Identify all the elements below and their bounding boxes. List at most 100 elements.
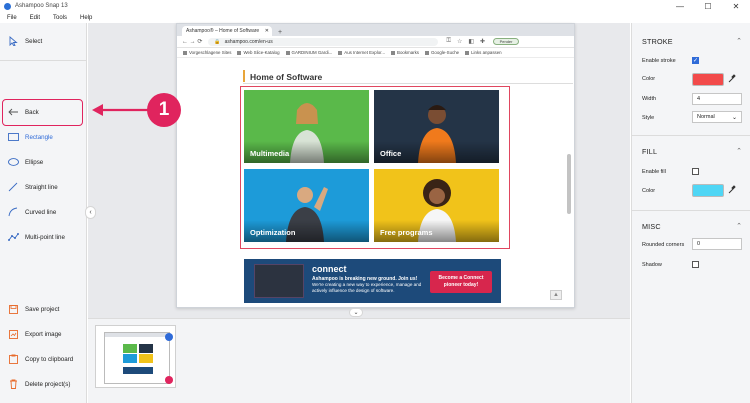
straight-line-icon xyxy=(7,182,19,192)
tool-ellipse-label: Ellipse xyxy=(25,158,44,166)
rounded-corners-label: Rounded corners xyxy=(642,242,685,248)
banner-cta-button[interactable]: Become a Connect pioneer today! xyxy=(430,271,492,293)
tab-close-icon[interactable]: ✕ xyxy=(265,28,269,34)
collapse-panel-button[interactable]: ‹ xyxy=(85,206,96,219)
bookmarks-bar: Vorgeschlagene Sites Web Slice-Katalog G… xyxy=(177,48,574,58)
menu-tools[interactable]: Tools xyxy=(53,15,67,21)
clipboard-icon xyxy=(7,354,19,364)
copy-to-clipboard-button[interactable]: Copy to clipboard xyxy=(0,352,87,366)
tools-panel: Select Back Rectangle Ellipse Straight l… xyxy=(0,23,87,403)
browser-profile-button[interactable]: Pender xyxy=(493,38,520,45)
stroke-style-value: Normal xyxy=(697,114,715,120)
banner-text: Ashampoo is breaking new ground. Join us… xyxy=(312,276,422,294)
shadow-label: Shadow xyxy=(642,262,662,268)
annotation-rectangle[interactable] xyxy=(240,86,510,249)
bookmark-item[interactable]: Links anpassen xyxy=(465,50,502,55)
browser-tab-title: Ashampoo® – Home of Software xyxy=(186,28,260,34)
browser-nav-icons[interactable]: ← → ⟳ xyxy=(182,38,202,45)
project-thumbnail[interactable] xyxy=(95,325,176,388)
tool-straight-line[interactable]: Straight line xyxy=(0,180,87,194)
bookmark-item[interactable]: Web Slice-Katalog xyxy=(237,50,280,55)
delete-projects-button[interactable]: Delete project(s) xyxy=(0,377,87,391)
delete-projects-label: Delete project(s) xyxy=(25,380,71,388)
browser-url: ashampoo.com/en-us xyxy=(224,38,273,45)
connect-banner[interactable]: connect Ashampoo is breaking new ground.… xyxy=(244,259,501,303)
section-divider xyxy=(632,135,750,136)
step-number-badge: 1 xyxy=(147,93,181,127)
project-filmstrip xyxy=(88,318,630,403)
tool-curved-line[interactable]: Curved line xyxy=(0,205,87,219)
curved-line-icon xyxy=(7,207,19,217)
captured-screenshot[interactable]: Ashampoo® – Home of Software ✕ + ← → ⟳ 🔒… xyxy=(176,23,575,308)
trash-icon xyxy=(7,379,19,389)
stroke-width-input[interactable]: 4 xyxy=(692,93,742,105)
stroke-style-select[interactable]: Normal ⌄ xyxy=(692,111,742,123)
enable-stroke-checkbox[interactable]: ✓ xyxy=(692,57,699,64)
menu-bar: File Edit Tools Help xyxy=(0,12,750,23)
tool-select-label: Select xyxy=(25,37,43,45)
tool-select[interactable]: Select xyxy=(0,34,87,48)
save-project-button[interactable]: Save project xyxy=(0,302,87,316)
lock-icon: 🔒 xyxy=(214,38,221,45)
browser-tab[interactable]: Ashampoo® – Home of Software ✕ xyxy=(182,26,272,36)
shadow-checkbox[interactable] xyxy=(692,261,699,268)
bookmark-item[interactable]: Vorgeschlagene Sites xyxy=(183,50,231,55)
new-tab-icon[interactable]: + xyxy=(278,29,282,36)
scroll-top-icon[interactable]: ▲ xyxy=(550,290,562,300)
chevron-up-icon[interactable]: ⌃ xyxy=(736,222,742,230)
width-label: Width xyxy=(642,96,657,102)
tool-rectangle-label: Rectangle xyxy=(25,133,53,141)
page-heading: Home of Software xyxy=(250,72,323,82)
connect-logo: connect xyxy=(312,264,347,274)
tool-rectangle[interactable]: Rectangle xyxy=(0,130,87,144)
menu-file[interactable]: File xyxy=(7,15,17,21)
stroke-section-title: STROKE xyxy=(642,37,673,46)
menu-help[interactable]: Help xyxy=(80,15,92,21)
maximize-button[interactable]: ☐ xyxy=(694,0,722,12)
eyedropper-icon[interactable] xyxy=(728,74,736,85)
enable-fill-checkbox[interactable] xyxy=(692,168,699,175)
rounded-corners-input[interactable]: 0 xyxy=(692,238,742,250)
browser-address-bar[interactable]: 🔒 ashampoo.com/en-us xyxy=(208,37,439,46)
expand-filmstrip-button[interactable]: ⌄ xyxy=(349,308,363,317)
thumbnail-badge-icon xyxy=(165,333,173,341)
menu-edit[interactable]: Edit xyxy=(30,15,40,21)
tool-straight-line-label: Straight line xyxy=(25,183,58,191)
browser-tab-strip: Ashampoo® – Home of Software ✕ + xyxy=(177,24,574,36)
tool-ellipse[interactable]: Ellipse xyxy=(0,155,87,169)
chevron-down-icon: ⌄ xyxy=(731,114,737,121)
chevron-up-icon[interactable]: ⌃ xyxy=(736,147,742,155)
export-image-button[interactable]: Export image xyxy=(0,327,87,341)
thumbnail-preview xyxy=(104,332,170,384)
app-logo-icon xyxy=(4,2,11,10)
heading-divider xyxy=(243,83,573,84)
eyedropper-icon[interactable] xyxy=(728,185,736,196)
save-project-label: Save project xyxy=(25,305,60,313)
back-highlight-rectangle xyxy=(2,99,83,126)
window-title: Ashampoo Snap 13 xyxy=(15,3,68,9)
close-button[interactable]: ✕ xyxy=(722,0,750,12)
tool-multi-point-line[interactable]: Multi-point line xyxy=(0,230,87,244)
rectangle-icon xyxy=(7,133,19,141)
title-bar: Ashampoo Snap 13 — ☐ ✕ xyxy=(0,0,750,12)
browser-extension-icons[interactable]: ⚿ ☆ ◧ ✚ xyxy=(446,38,485,45)
enable-stroke-label: Enable stroke xyxy=(642,58,676,64)
multi-point-line-icon xyxy=(7,232,19,242)
bookmark-item[interactable]: Aus Internet Explor... xyxy=(338,50,385,55)
bookmark-item[interactable]: GARDINIUM Gardi... xyxy=(285,50,332,55)
style-label: Style xyxy=(642,115,655,121)
thumbnail-record-icon xyxy=(165,376,173,384)
fill-color-swatch[interactable] xyxy=(692,184,724,197)
bookmark-item[interactable]: Bookmarks xyxy=(391,50,419,55)
minimize-button[interactable]: — xyxy=(666,0,694,12)
tools-divider xyxy=(0,60,87,61)
fill-color-label: Color xyxy=(642,188,656,194)
section-divider xyxy=(632,210,750,211)
bookmark-item[interactable]: Google-Suche xyxy=(425,50,459,55)
save-icon xyxy=(7,304,19,314)
chevron-up-icon[interactable]: ⌃ xyxy=(736,37,742,45)
page-scrollbar[interactable] xyxy=(567,154,571,214)
fill-section-title: FILL xyxy=(642,147,658,156)
stroke-color-swatch[interactable] xyxy=(692,73,724,86)
cursor-icon xyxy=(7,36,19,46)
